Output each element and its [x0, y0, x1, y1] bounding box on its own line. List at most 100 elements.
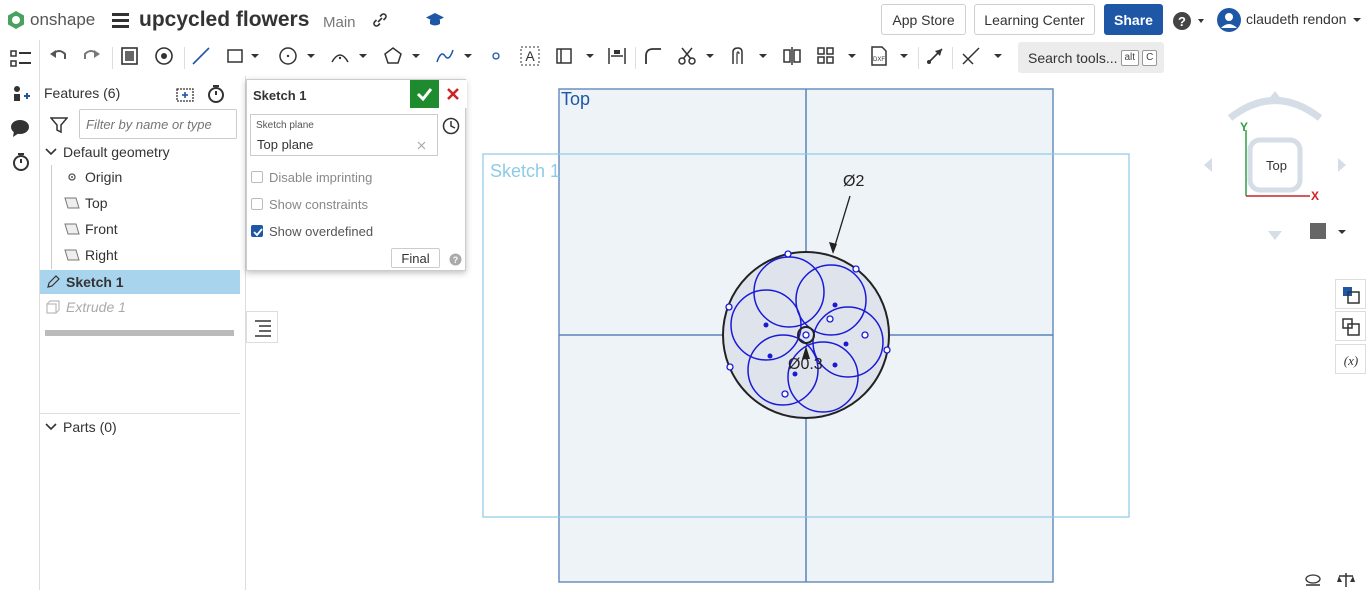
view-left-arrow-icon[interactable]	[1204, 158, 1212, 172]
tree-item-label: Right	[85, 247, 118, 263]
help-small-icon[interactable]: ?	[449, 253, 462, 266]
fillet-tool-icon[interactable]	[643, 46, 663, 70]
tree-parts[interactable]: Parts (0)	[40, 415, 240, 439]
text-tool-icon[interactable]: A	[520, 46, 540, 70]
sketch-label: Sketch 1	[490, 161, 561, 181]
trim-tool-icon[interactable]	[677, 46, 715, 70]
rectangle-tool-icon[interactable]	[226, 46, 260, 70]
spline-tool-icon[interactable]	[435, 46, 473, 70]
insert-part-icon[interactable]	[11, 83, 31, 103]
show-overdefined-checkbox[interactable]	[251, 225, 263, 237]
balance-tool-icon[interactable]	[1337, 572, 1355, 588]
view-right-arrow-icon[interactable]	[1338, 158, 1346, 172]
construction-tool-icon[interactable]	[555, 46, 595, 70]
feature-list-toggle-button[interactable]	[246, 311, 278, 343]
dxf-import-icon[interactable]: DXF	[869, 46, 909, 70]
history-clock-icon[interactable]	[442, 117, 460, 135]
comments-icon[interactable]	[10, 119, 30, 137]
appearance-icon	[1343, 287, 1360, 304]
tree-item-right-plane[interactable]: Right	[40, 243, 240, 267]
avatar-icon[interactable]	[1217, 8, 1241, 32]
shortcut-key-c: C	[1142, 49, 1158, 66]
variables-icon: (x)	[1344, 353, 1358, 368]
tree-item-origin[interactable]: Origin	[40, 165, 240, 189]
app-store-button[interactable]: App Store	[881, 4, 966, 35]
menu-icon[interactable]	[112, 12, 129, 28]
filter-input[interactable]	[79, 109, 237, 139]
view-down-arrow-icon[interactable]	[1268, 231, 1282, 240]
cancel-button[interactable]	[439, 80, 467, 108]
plane-icon	[64, 197, 80, 209]
mirror-tool-icon[interactable]	[782, 46, 802, 70]
onshape-logo-icon[interactable]	[6, 10, 26, 30]
arc-tool-icon[interactable]	[330, 46, 368, 70]
sketch-plane-caption: Sketch plane	[256, 120, 314, 131]
mass-properties-button[interactable]	[1335, 311, 1366, 341]
tree-item-sketch-1[interactable]: Sketch 1	[40, 270, 240, 294]
variables-panel-button[interactable]: (x)	[1335, 344, 1366, 374]
mass-properties-icon	[1342, 318, 1360, 336]
help-icon[interactable]: ?	[1172, 11, 1204, 31]
transform-tool-icon[interactable]	[925, 46, 945, 70]
tree-default-geometry[interactable]: Default geometry	[40, 140, 240, 164]
tree-item-label: Front	[85, 221, 118, 237]
clear-selection-icon[interactable]	[417, 141, 426, 150]
filter-icon[interactable]	[50, 116, 68, 134]
plane-icon	[64, 223, 80, 235]
document-title[interactable]: upcycled flowers	[139, 8, 309, 32]
line-tool-icon[interactable]	[191, 46, 211, 70]
history-timer-icon[interactable]	[11, 152, 31, 172]
user-name[interactable]: claudeth rendon	[1246, 11, 1346, 27]
origin-icon	[68, 173, 76, 181]
option-label: Show overdefined	[269, 223, 374, 239]
intersection-tool-icon[interactable]	[961, 46, 1003, 70]
sketch-plane-field[interactable]: Sketch plane Top plane	[250, 114, 438, 156]
use-tool-icon[interactable]	[154, 46, 174, 70]
display-mode-chevron-icon[interactable]	[1338, 230, 1346, 234]
left-rail	[0, 40, 40, 590]
measure-tool-icon[interactable]	[1304, 573, 1322, 587]
show-overdefined-option[interactable]: Show overdefined	[251, 222, 373, 240]
shortcut-key-alt: alt	[1120, 49, 1140, 66]
polygon-tool-icon[interactable]	[383, 46, 421, 70]
axis-x-label: X	[1311, 189, 1320, 203]
share-button[interactable]: Share	[1104, 4, 1163, 35]
learning-cap-icon[interactable]	[426, 12, 444, 28]
final-button[interactable]: Final	[391, 248, 440, 268]
add-folder-icon[interactable]	[175, 85, 195, 103]
tree-item-top-plane[interactable]: Top	[40, 191, 240, 215]
tree-item-front-plane[interactable]: Front	[40, 217, 240, 241]
rollback-bar[interactable]	[45, 330, 234, 336]
rotate-arc-icon[interactable]	[1227, 97, 1323, 121]
user-menu-chevron-icon[interactable]	[1352, 16, 1362, 24]
display-mode-icon[interactable]	[1310, 223, 1326, 239]
feature-list-icon[interactable]	[10, 49, 32, 69]
accept-button[interactable]	[410, 80, 439, 108]
new-sketch-icon[interactable]	[120, 46, 140, 70]
inner-diameter-dimension[interactable]: Ø0.3	[788, 356, 823, 374]
undo-icon[interactable]	[49, 46, 67, 70]
view-up-arrow-icon[interactable]	[1268, 91, 1282, 100]
show-constraints-checkbox[interactable]	[251, 198, 263, 210]
offset-tool-icon[interactable]	[730, 46, 768, 70]
pattern-tool-icon[interactable]	[817, 46, 857, 70]
outer-diameter-dimension[interactable]: Ø2	[843, 173, 864, 191]
appearance-panel-button[interactable]	[1335, 279, 1366, 309]
redo-icon[interactable]	[83, 46, 101, 70]
tree-item-extrude-1[interactable]: Extrude 1	[40, 295, 240, 319]
chevron-down-icon[interactable]	[45, 423, 57, 431]
chevron-down-icon[interactable]	[45, 148, 57, 156]
search-tools-input[interactable]: Search tools... alt C	[1018, 42, 1164, 73]
disable-imprinting-option[interactable]: Disable imprinting	[251, 168, 372, 186]
onshape-app: onshape upcycled flowers Main App Store …	[0, 0, 1366, 590]
learning-center-button[interactable]: Learning Center	[974, 4, 1095, 35]
plane-icon	[64, 249, 80, 261]
dimension-tool-icon[interactable]	[607, 46, 627, 70]
rollback-timer-icon[interactable]	[206, 84, 226, 104]
branch-name[interactable]: Main	[323, 14, 356, 31]
point-tool-icon[interactable]	[490, 46, 502, 70]
disable-imprinting-checkbox[interactable]	[251, 171, 263, 183]
link-icon[interactable]	[372, 12, 388, 28]
show-constraints-option[interactable]: Show constraints	[251, 195, 368, 213]
circle-tool-icon[interactable]	[278, 46, 316, 70]
